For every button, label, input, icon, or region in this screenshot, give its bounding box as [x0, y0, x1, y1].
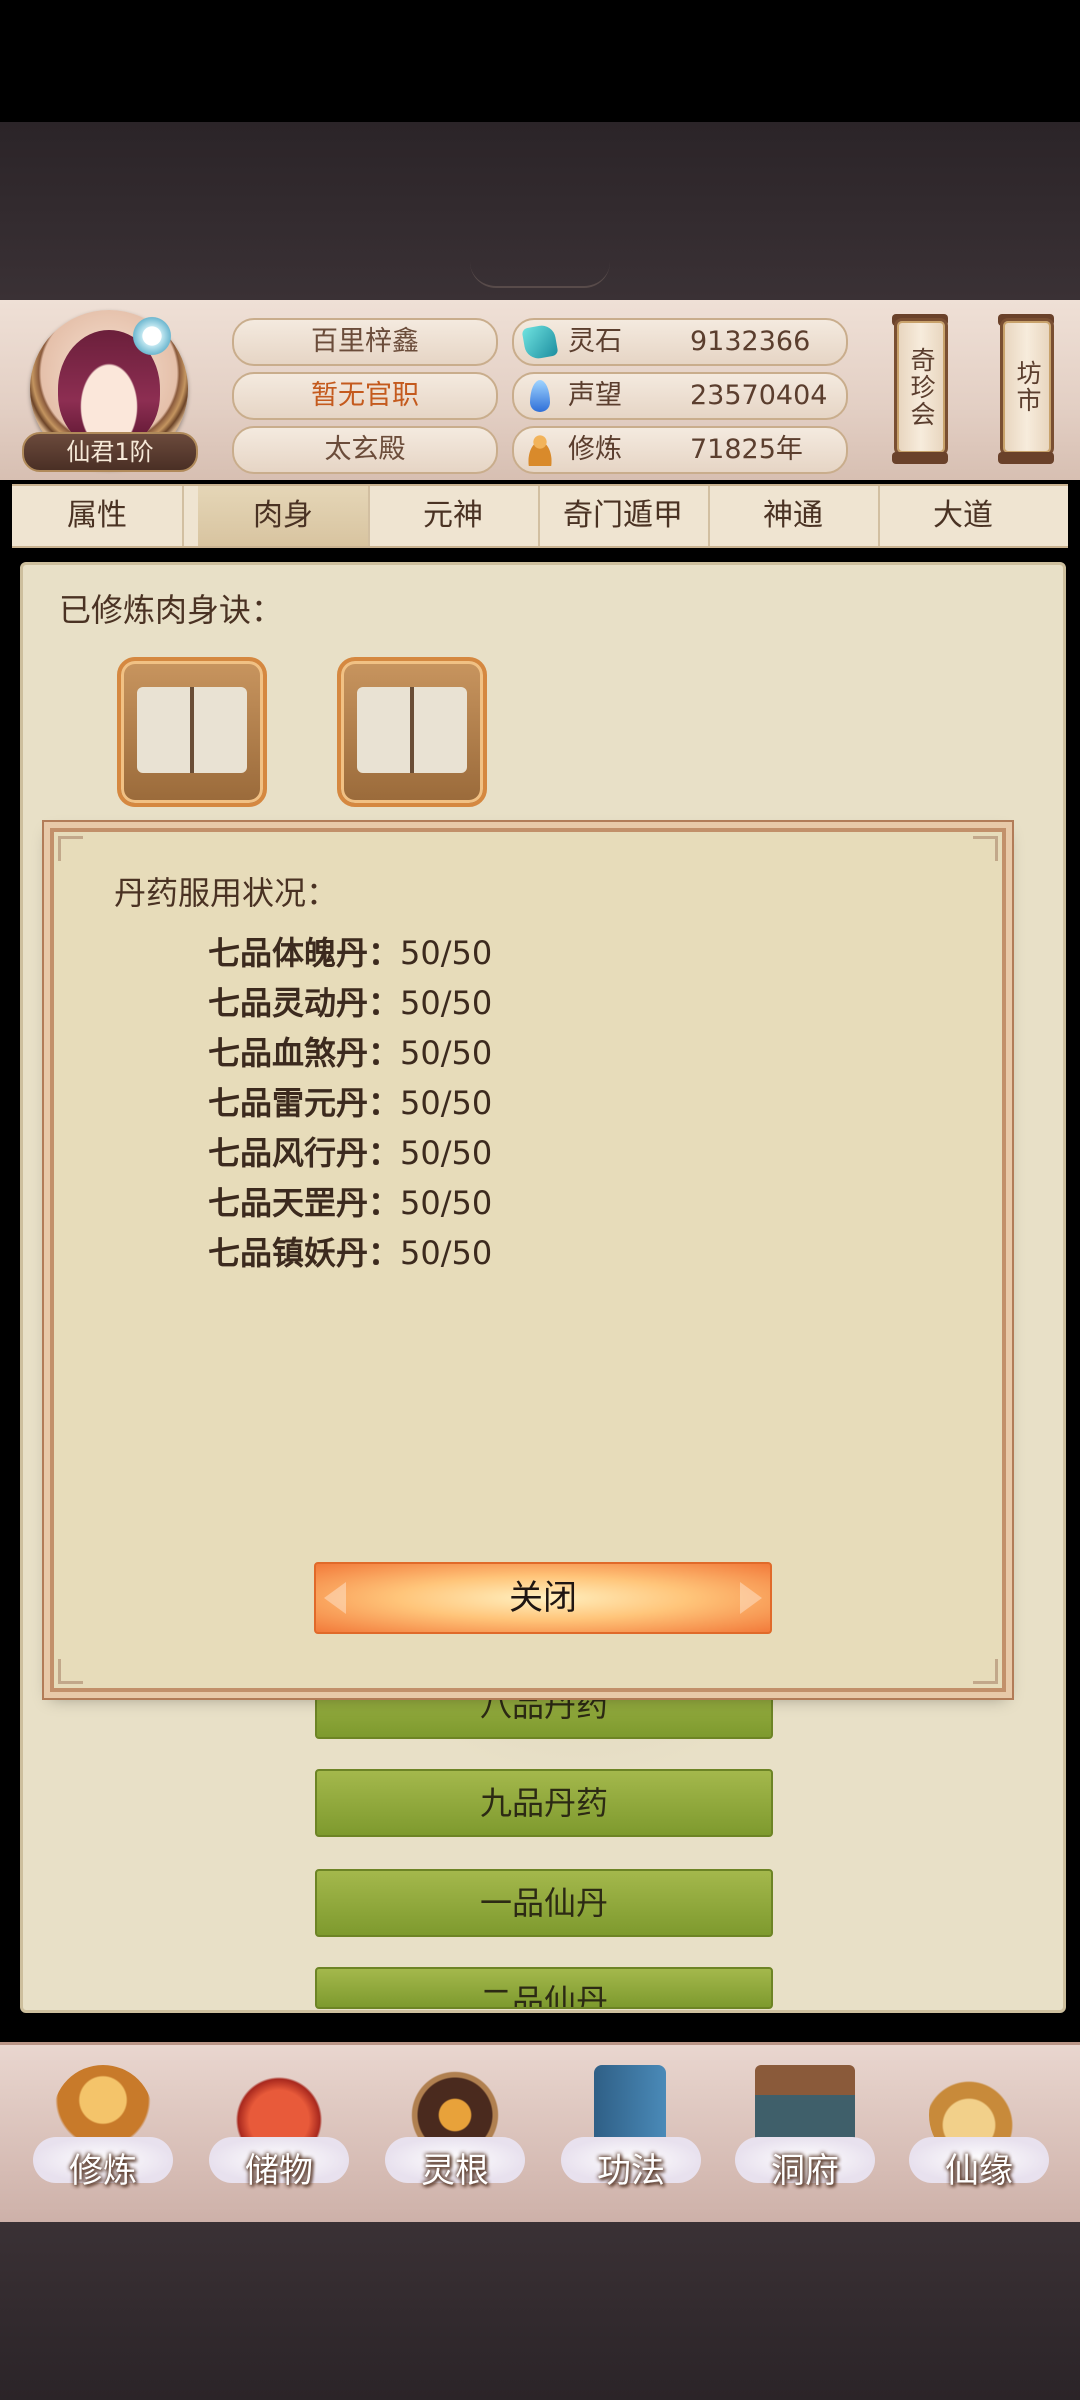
corner-ornament [58, 1659, 83, 1684]
nav-technique[interactable]: 功法 [556, 2065, 706, 2215]
tab-divine-powers[interactable]: 神通 [708, 486, 880, 546]
hair-flower-icon [130, 314, 174, 358]
cultivation-stat: 修炼 71825年 [512, 426, 848, 474]
prestige-crystal-icon [530, 380, 550, 412]
player-name: 百里梓鑫 [232, 318, 498, 366]
bottom-band [0, 2222, 1080, 2400]
tab-body[interactable]: 肉身 [198, 486, 370, 546]
sect-name: 太玄殿 [232, 426, 498, 474]
left-arrow-ornament [324, 1582, 346, 1614]
close-button[interactable]: 关闭 [314, 1562, 772, 1634]
nav-immortal-fate[interactable]: 仙缘 [904, 2065, 1054, 2215]
nav-cave[interactable]: 洞府 [730, 2065, 880, 2215]
official-title: 暂无官职 [232, 372, 498, 420]
corner-ornament [973, 1659, 998, 1684]
spirit-stone-stat: 灵石 9132366 [512, 318, 848, 366]
pill-row: 七品风行丹：50/50 [208, 1134, 493, 1172]
spirit-stone-icon [521, 323, 559, 361]
corner-ornament [58, 836, 83, 861]
pill-row: 七品雷元丹：50/50 [208, 1084, 493, 1122]
thousand-faces-book-icon[interactable] [337, 657, 487, 807]
tab-great-dao[interactable]: 大道 [878, 486, 1048, 546]
pill-row: 七品天罡丹：50/50 [208, 1184, 493, 1222]
pill-row: 七品血煞丹：50/50 [208, 1034, 493, 1072]
cultivated-title: 已修炼肉身诀： [59, 591, 284, 629]
nav-storage[interactable]: 储物 [204, 2065, 354, 2215]
pill-status-dialog: 丹药服用状况： 七品体魄丹：50/50 七品灵动丹：50/50 七品血煞丹：50… [50, 828, 1006, 1692]
rank-badge: 仙君1阶 [22, 432, 198, 472]
dialog-heading: 丹药服用状况： [114, 874, 339, 912]
bottom-nav: 修炼 储物 灵根 功法 洞府 仙缘 [0, 2042, 1080, 2225]
ornament [470, 262, 610, 288]
prestige-stat: 声望 23570404 [512, 372, 848, 420]
meditation-icon [524, 434, 556, 466]
right-arrow-ornament [740, 1582, 762, 1614]
nav-spirit-root[interactable]: 灵根 [380, 2065, 530, 2215]
treasure-auction-button[interactable]: 奇珍会 [894, 318, 948, 456]
corner-ornament [973, 836, 998, 861]
pill-row: 七品灵动丹：50/50 [208, 984, 493, 1022]
nav-cultivation[interactable]: 修炼 [28, 2065, 178, 2215]
grade-1-immortal-pill-button[interactable]: 一品仙丹 [315, 1869, 773, 1937]
tab-bar: 属性 肉身 元神 奇门遁甲 神通 大道 [12, 484, 1068, 548]
grade-9-pill-button[interactable]: 九品丹药 [315, 1769, 773, 1837]
scroll-cap [998, 452, 1054, 464]
tab-primordial-spirit[interactable]: 元神 [368, 486, 540, 546]
player-header: 仙君1阶 百里梓鑫 暂无官职 太玄殿 灵石 9132366 声望 2357040… [0, 300, 1080, 480]
grade-2-immortal-pill-button[interactable]: 二品仙丹 [315, 1967, 773, 2009]
scroll-cap [892, 452, 948, 464]
market-button[interactable]: 坊市 [1000, 318, 1054, 456]
body-scripture-book-icon[interactable] [117, 657, 267, 807]
tab-qimen-dunjia[interactable]: 奇门遁甲 [538, 486, 710, 546]
pill-row: 七品镇妖丹：50/50 [208, 1234, 493, 1272]
tab-attributes[interactable]: 属性 [12, 486, 184, 546]
pill-row: 七品体魄丹：50/50 [208, 934, 493, 972]
